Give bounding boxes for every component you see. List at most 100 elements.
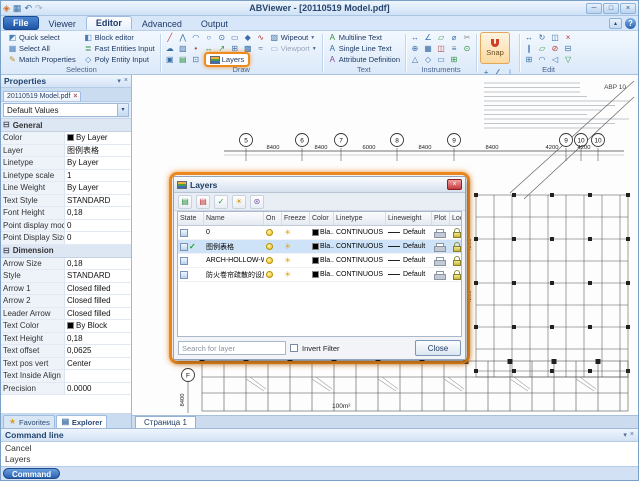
layer-settings-button[interactable]: ⊛ <box>250 195 264 209</box>
measure-button[interactable]: ≈ <box>255 43 267 54</box>
layer-row-2[interactable]: ARCH-HOLLOW-WALL☀Bla...CONTINUOUSDefault <box>178 254 461 268</box>
layers-dialog-close-button[interactable]: × <box>447 179 462 190</box>
page-tab[interactable]: Страница 1 <box>135 416 196 428</box>
property-row[interactable]: LinetypeBy Layer <box>1 157 131 170</box>
snap-endpoint-button[interactable]: + <box>480 67 492 75</box>
distance-button[interactable]: ↔ <box>409 32 421 43</box>
layer-lock-toggle[interactable] <box>450 226 462 239</box>
property-row[interactable]: Precision0.0000 <box>1 383 131 396</box>
column-header-lineweight[interactable]: Lineweight <box>386 212 432 225</box>
trim-button[interactable]: ⊘ <box>549 43 561 54</box>
revision-cloud-button[interactable]: ☁ <box>164 43 176 54</box>
tab-advanced[interactable]: Advanced <box>133 18 191 30</box>
layer-lock-toggle[interactable] <box>450 254 462 267</box>
mirror-button[interactable]: ◫ <box>549 32 561 43</box>
property-row[interactable]: StyleSTANDARD <box>1 270 131 283</box>
layer-linetype-cell[interactable]: CONTINUOUS <box>334 240 386 253</box>
property-row[interactable]: Font Height0,18 <box>1 207 131 220</box>
command-line-header[interactable]: Command line ▾ × <box>1 429 638 442</box>
block-editor-button[interactable]: ◧Block editor <box>82 32 157 43</box>
chevron-down-icon[interactable]: ▾ <box>117 104 128 116</box>
invert-filter-checkbox[interactable] <box>290 344 298 352</box>
compare-button[interactable]: ◫ <box>435 43 447 54</box>
minimize-button[interactable]: ─ <box>586 3 602 14</box>
property-row[interactable]: Leader ArrowClosed filled <box>1 308 131 321</box>
area-button[interactable]: ▱ <box>435 32 447 43</box>
property-row[interactable]: Point Display Size0 <box>1 232 131 245</box>
diameter-button[interactable]: ⌀ <box>448 32 460 43</box>
layers-dialog-titlebar[interactable]: Layers × <box>174 177 465 193</box>
column-header-state[interactable]: State <box>178 212 204 225</box>
poly-entity-input-button[interactable]: ◇Poly Entity Input <box>82 54 157 65</box>
join-button[interactable]: ▽ <box>562 54 574 65</box>
property-row[interactable]: ColorBy Layer <box>1 132 131 145</box>
command-prompt-button[interactable]: Command <box>3 468 60 479</box>
toggle-all-layers-button[interactable]: ☀ <box>232 195 246 209</box>
layer-linetype-cell[interactable]: CONTINUOUS <box>334 268 386 281</box>
properties-panel-header[interactable]: Properties ▾ × <box>1 75 131 88</box>
layer-color-cell[interactable]: Bla... <box>310 268 334 281</box>
property-row[interactable]: Point display mode0 <box>1 220 131 233</box>
arc-button[interactable]: ◠ <box>190 32 202 43</box>
wipeout-button[interactable]: ▧Wipeout▼ <box>268 33 317 42</box>
tab-file[interactable]: File <box>3 16 39 30</box>
panel-tab-explorer[interactable]: ▤Explorer <box>56 415 107 428</box>
panel-tab-favorites[interactable]: ★Favorites <box>3 415 55 428</box>
block-button[interactable]: ▣ <box>164 54 176 65</box>
fillet-button[interactable]: ◠ <box>536 54 548 65</box>
delete-layer-button[interactable]: ▤ <box>196 195 210 209</box>
property-row[interactable]: Text offset0,0625 <box>1 345 131 358</box>
property-row[interactable]: Line WeightBy Layer <box>1 182 131 195</box>
layer-linetype-cell[interactable]: CONTINUOUS <box>334 254 386 267</box>
property-group-general[interactable]: ⊟General <box>1 119 131 132</box>
layer-on-toggle[interactable] <box>264 226 282 239</box>
layer-lock-toggle[interactable] <box>450 268 462 281</box>
property-row[interactable]: Linetype scale1 <box>1 170 131 183</box>
command-line-close-icon[interactable]: × <box>630 431 634 439</box>
command-line-menu-icon[interactable]: ▾ <box>623 431 627 439</box>
document-tab-close-icon[interactable]: × <box>73 93 77 100</box>
command-history[interactable]: CancelLayers <box>1 442 638 466</box>
polyline-button[interactable]: ⋀ <box>177 32 189 43</box>
line-button[interactable]: ╱ <box>164 32 176 43</box>
property-row[interactable]: Text Height0,18 <box>1 333 131 346</box>
multiline-text-button[interactable]: AMultiline Text <box>326 32 402 43</box>
scale-button[interactable]: ▱ <box>536 43 548 54</box>
layer-color-cell[interactable]: Bla... <box>310 240 334 253</box>
layer-plot-toggle[interactable] <box>432 254 450 267</box>
snap-button[interactable]: Snap <box>480 32 510 64</box>
set-current-layer-button[interactable]: ✓ <box>214 195 228 209</box>
grid-button[interactable]: ▦ <box>422 43 434 54</box>
property-row[interactable]: Text Inside Align <box>1 370 131 383</box>
panel-menu-icon[interactable]: ▾ <box>117 77 121 85</box>
layer-plot-toggle[interactable] <box>432 226 450 239</box>
rectangle-button[interactable]: ▭ <box>229 32 241 43</box>
property-row[interactable]: Arrow Size0,18 <box>1 258 131 271</box>
ellipse-button[interactable]: ⊙ <box>216 32 228 43</box>
break-button[interactable]: ✂ <box>461 32 473 43</box>
layer-row-1[interactable]: ✓图例表格☀Bla...CONTINUOUSDefault <box>178 240 461 254</box>
select-all-button[interactable]: ▦Select All <box>6 43 78 54</box>
table-measure-button[interactable]: ⊞ <box>448 54 460 65</box>
property-row[interactable]: Text ColorBy Block <box>1 320 131 333</box>
erase-button[interactable]: × <box>562 32 574 43</box>
column-header-freeze[interactable]: Freeze <box>282 212 310 225</box>
point-button[interactable]: • <box>190 43 202 54</box>
close-button[interactable]: × <box>620 3 636 14</box>
column-header-color[interactable]: Color <box>310 212 334 225</box>
list-button[interactable]: ≡ <box>448 43 460 54</box>
match-properties-button[interactable]: ✎Match Properties <box>6 54 78 65</box>
panel-close-icon[interactable]: × <box>124 77 128 85</box>
property-row[interactable]: Arrow 2Closed filled <box>1 295 131 308</box>
layer-freeze-toggle[interactable]: ☀ <box>282 226 310 239</box>
new-layer-button[interactable]: ▤ <box>178 195 192 209</box>
collapse-ribbon-button[interactable]: ▴ <box>609 18 622 29</box>
layer-plot-toggle[interactable] <box>432 268 450 281</box>
triangle-measure-button[interactable]: △ <box>409 54 421 65</box>
image-button[interactable]: ▤ <box>177 54 189 65</box>
close-layers-button[interactable]: Close <box>415 340 461 356</box>
column-header-plot[interactable]: Plot <box>432 212 450 225</box>
help-button[interactable]: ? <box>625 18 636 29</box>
column-header-lock[interactable]: Lock <box>450 212 462 225</box>
explode-button[interactable]: ⊟ <box>562 43 574 54</box>
